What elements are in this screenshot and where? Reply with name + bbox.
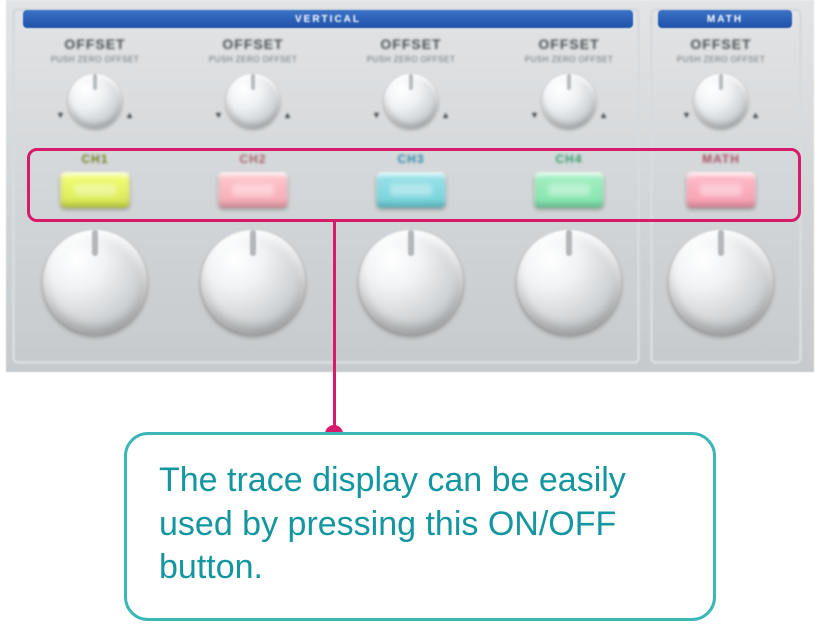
offset-sub-ch1: PUSH ZERO OFFSET bbox=[20, 55, 170, 64]
ch1-button[interactable] bbox=[60, 172, 130, 208]
arrow-up-icon: ▲ bbox=[283, 110, 292, 120]
offset-label-ch4: OFFSET bbox=[494, 36, 644, 52]
section-label-math: MATH bbox=[707, 14, 743, 25]
arrow-up-icon: ▲ bbox=[751, 110, 760, 120]
offset-sub-ch3: PUSH ZERO OFFSET bbox=[336, 55, 486, 64]
offset-label-math: OFFSET bbox=[646, 36, 796, 52]
arrow-up-icon: ▲ bbox=[441, 110, 450, 120]
column-ch1: OFFSET PUSH ZERO OFFSET ▼ ▲ CH1 bbox=[20, 30, 170, 334]
arrow-down-icon: ▼ bbox=[214, 110, 223, 120]
scale-knob-ch4[interactable] bbox=[517, 230, 621, 334]
arrow-up-icon: ▲ bbox=[599, 110, 608, 120]
arrow-up-icon: ▲ bbox=[125, 110, 134, 120]
arrow-down-icon: ▼ bbox=[372, 110, 381, 120]
arrow-down-icon: ▼ bbox=[56, 110, 65, 120]
arrow-down-icon: ▼ bbox=[530, 110, 539, 120]
section-bar-math: MATH bbox=[658, 10, 792, 28]
offset-label-ch3: OFFSET bbox=[336, 36, 486, 52]
section-bar-vertical: VERTICAL bbox=[23, 10, 633, 28]
ch4-button[interactable] bbox=[534, 172, 604, 208]
ch1-label: CH1 bbox=[20, 152, 170, 166]
offset-label-ch2: OFFSET bbox=[178, 36, 328, 52]
scale-knob-math[interactable] bbox=[669, 230, 773, 334]
scale-knob-ch2[interactable] bbox=[201, 230, 305, 334]
ch3-label: CH3 bbox=[336, 152, 486, 166]
figure-stage: VERTICAL MATH OFFSET PUSH ZERO OFFSET ▼ ▲… bbox=[0, 0, 828, 637]
arrow-down-icon: ▼ bbox=[682, 110, 691, 120]
offset-sub-math: PUSH ZERO OFFSET bbox=[646, 55, 796, 64]
offset-label-ch1: OFFSET bbox=[20, 36, 170, 52]
column-math: OFFSET PUSH ZERO OFFSET ▼ ▲ MATH bbox=[646, 30, 796, 334]
column-ch4: OFFSET PUSH ZERO OFFSET ▼ ▲ CH4 bbox=[494, 30, 644, 334]
column-ch2: OFFSET PUSH ZERO OFFSET ▼ ▲ CH2 bbox=[178, 30, 328, 334]
ch2-label: CH2 bbox=[178, 152, 328, 166]
ch2-button[interactable] bbox=[218, 172, 288, 208]
ch3-button[interactable] bbox=[376, 172, 446, 208]
offset-sub-ch4: PUSH ZERO OFFSET bbox=[494, 55, 644, 64]
callout-bubble: The trace display can be easily used by … bbox=[124, 432, 716, 621]
instrument-panel-photo: VERTICAL MATH OFFSET PUSH ZERO OFFSET ▼ ▲… bbox=[6, 0, 814, 372]
math-label: MATH bbox=[646, 152, 796, 166]
callout-leader-line bbox=[333, 222, 336, 432]
scale-knob-ch1[interactable] bbox=[43, 230, 147, 334]
ch4-label: CH4 bbox=[494, 152, 644, 166]
offset-sub-ch2: PUSH ZERO OFFSET bbox=[178, 55, 328, 64]
column-ch3: OFFSET PUSH ZERO OFFSET ▼ ▲ CH3 bbox=[336, 30, 486, 334]
scale-knob-ch3[interactable] bbox=[359, 230, 463, 334]
math-button[interactable] bbox=[686, 172, 756, 208]
callout-text: The trace display can be easily used by … bbox=[159, 459, 681, 590]
section-label-vertical: VERTICAL bbox=[295, 14, 361, 25]
